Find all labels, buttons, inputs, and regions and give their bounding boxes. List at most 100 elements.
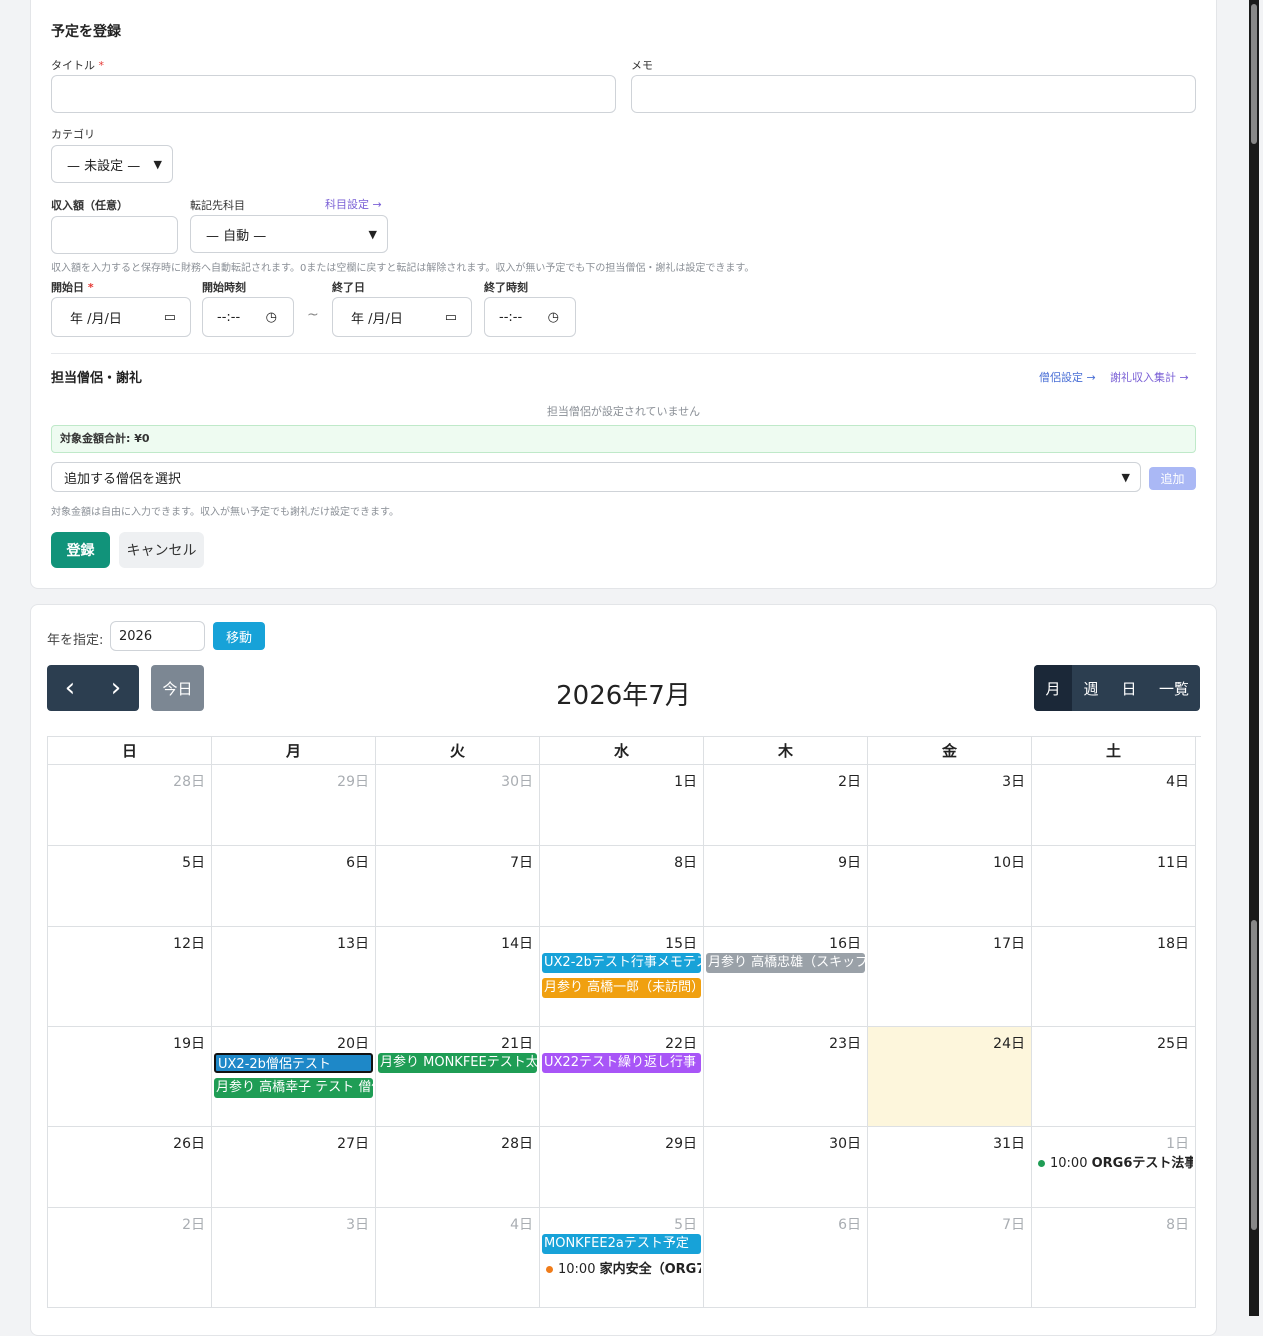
day-cell[interactable]: 3日: [868, 765, 1032, 846]
day-number[interactable]: 29日: [337, 771, 369, 791]
day-cell[interactable]: 6日: [212, 846, 376, 927]
day-cell[interactable]: 30日: [704, 1127, 868, 1208]
day-number[interactable]: 4日: [1166, 771, 1189, 791]
day-number[interactable]: 12日: [173, 933, 205, 953]
category-select[interactable]: — 未設定 — ▼: [51, 145, 173, 183]
scrollbar-thumb[interactable]: [1251, 920, 1257, 1230]
day-number[interactable]: 7日: [510, 852, 533, 872]
day-cell[interactable]: 13日: [212, 927, 376, 1027]
submit-button[interactable]: 登録: [51, 532, 110, 568]
day-number[interactable]: 30日: [501, 771, 533, 791]
day-cell[interactable]: 1日: [540, 765, 704, 846]
day-number[interactable]: 16日: [829, 933, 861, 953]
clock-icon[interactable]: ◷: [548, 310, 559, 325]
day-cell[interactable]: 12日: [48, 927, 212, 1027]
monk-select[interactable]: 追加する僧侶を選択 ▼: [51, 462, 1141, 492]
day-cell[interactable]: 27日: [212, 1127, 376, 1208]
day-cell[interactable]: 14日: [376, 927, 540, 1027]
start-date-input[interactable]: 年 /月/日 ▭: [51, 297, 191, 337]
day-cell[interactable]: 29日: [212, 765, 376, 846]
day-number[interactable]: 6日: [838, 1214, 861, 1234]
day-cell[interactable]: 5日MONKFEE2aテスト予定 10:00 家内安全（ORG7b: [540, 1208, 704, 1308]
calendar-event[interactable]: UX2-2b僧侶テスト: [214, 1053, 373, 1073]
day-number[interactable]: 31日: [993, 1133, 1025, 1153]
day-number[interactable]: 20日: [337, 1033, 369, 1053]
add-monk-button[interactable]: 追加: [1149, 467, 1196, 490]
day-cell[interactable]: 22日UX22テスト繰り返し行事（毎: [540, 1027, 704, 1127]
day-cell[interactable]: 5日: [48, 846, 212, 927]
day-number[interactable]: 17日: [993, 933, 1025, 953]
year-input[interactable]: 2026: [110, 621, 205, 651]
day-cell[interactable]: 8日: [540, 846, 704, 927]
day-number[interactable]: 8日: [1166, 1214, 1189, 1234]
day-cell[interactable]: 21日 月参り MONKFEEテスト太郎: [376, 1027, 540, 1127]
day-number[interactable]: 27日: [337, 1133, 369, 1153]
day-cell[interactable]: 18日: [1032, 927, 1196, 1027]
day-cell[interactable]: 15日UX2-2bテスト行事メモテスト月参り 高橋一郎（未訪問）: [540, 927, 704, 1027]
view-list-button[interactable]: 一覧: [1148, 665, 1200, 711]
calendar-event[interactable]: 月参り MONKFEEテスト太郎: [378, 1053, 537, 1073]
day-number[interactable]: 6日: [346, 852, 369, 872]
day-number[interactable]: 18日: [1157, 933, 1189, 953]
day-number[interactable]: 24日: [993, 1033, 1025, 1053]
day-cell[interactable]: 8日: [1032, 1208, 1196, 1308]
calendar-event[interactable]: UX22テスト繰り返し行事（毎: [542, 1053, 701, 1073]
day-number[interactable]: 30日: [829, 1133, 861, 1153]
calendar-event[interactable]: 月参り 高橋一郎（未訪問）: [542, 978, 701, 998]
day-cell[interactable]: 28日: [376, 1127, 540, 1208]
calendar-dot-event[interactable]: 10:00 ORG6テスト法事 10: [1038, 1155, 1193, 1173]
day-number[interactable]: 28日: [173, 771, 205, 791]
monk-settings-link[interactable]: 僧侶設定 →: [1039, 369, 1096, 385]
day-cell[interactable]: 2日: [48, 1208, 212, 1308]
day-number[interactable]: 4日: [510, 1214, 533, 1234]
day-number[interactable]: 7日: [1002, 1214, 1025, 1234]
end-date-input[interactable]: 年 /月/日 ▭: [332, 297, 472, 337]
day-cell[interactable]: 3日: [212, 1208, 376, 1308]
calendar-event[interactable]: 月参り 高橋忠雄（スキップ）: [706, 953, 865, 973]
day-cell-today[interactable]: 24日: [868, 1027, 1032, 1127]
day-cell[interactable]: 19日: [48, 1027, 212, 1127]
day-cell[interactable]: 4日: [376, 1208, 540, 1308]
day-number[interactable]: 9日: [838, 852, 861, 872]
calendar-event[interactable]: MONKFEE2aテスト予定: [542, 1234, 701, 1254]
day-number[interactable]: 15日: [665, 933, 697, 953]
calendar-dot-event[interactable]: 10:00 家内安全（ORG7b: [546, 1261, 701, 1279]
account-select[interactable]: — 自動 — ▼: [190, 215, 388, 253]
day-number[interactable]: 3日: [346, 1214, 369, 1234]
view-month-button[interactable]: 月: [1034, 665, 1072, 711]
day-number[interactable]: 22日: [665, 1033, 697, 1053]
day-number[interactable]: 28日: [501, 1133, 533, 1153]
view-day-button[interactable]: 日: [1110, 665, 1148, 711]
day-number[interactable]: 29日: [665, 1133, 697, 1153]
day-cell[interactable]: 26日: [48, 1127, 212, 1208]
day-number[interactable]: 19日: [173, 1033, 205, 1053]
cancel-button[interactable]: キャンセル: [119, 532, 204, 568]
day-cell[interactable]: 23日: [704, 1027, 868, 1127]
day-cell[interactable]: 29日: [540, 1127, 704, 1208]
day-cell[interactable]: 7日: [376, 846, 540, 927]
day-cell[interactable]: 31日: [868, 1127, 1032, 1208]
move-button[interactable]: 移動: [213, 622, 265, 650]
day-number[interactable]: 25日: [1157, 1033, 1189, 1053]
calendar-icon[interactable]: ▭: [164, 310, 176, 325]
day-number[interactable]: 3日: [1002, 771, 1025, 791]
title-input[interactable]: [51, 75, 616, 113]
day-cell[interactable]: 1日 10:00 ORG6テスト法事 10: [1032, 1127, 1196, 1208]
day-number[interactable]: 1日: [674, 771, 697, 791]
page-scrollbar[interactable]: [1249, 0, 1259, 1316]
day-number[interactable]: 8日: [674, 852, 697, 872]
income-input[interactable]: [51, 216, 178, 254]
calendar-event[interactable]: 月参り 高橋幸子 テスト 僧侶: [214, 1078, 373, 1098]
day-number[interactable]: 10日: [993, 852, 1025, 872]
day-cell[interactable]: 16日 月参り 高橋忠雄（スキップ）: [704, 927, 868, 1027]
memo-input[interactable]: [631, 75, 1196, 113]
day-cell[interactable]: 25日: [1032, 1027, 1196, 1127]
day-number[interactable]: 23日: [829, 1033, 861, 1053]
day-number[interactable]: 2日: [182, 1214, 205, 1234]
clock-icon[interactable]: ◷: [266, 310, 277, 325]
day-cell[interactable]: 11日: [1032, 846, 1196, 927]
day-cell[interactable]: 7日: [868, 1208, 1032, 1308]
day-number[interactable]: 1日: [1166, 1133, 1189, 1153]
day-cell[interactable]: 30日: [376, 765, 540, 846]
day-number[interactable]: 11日: [1157, 852, 1189, 872]
